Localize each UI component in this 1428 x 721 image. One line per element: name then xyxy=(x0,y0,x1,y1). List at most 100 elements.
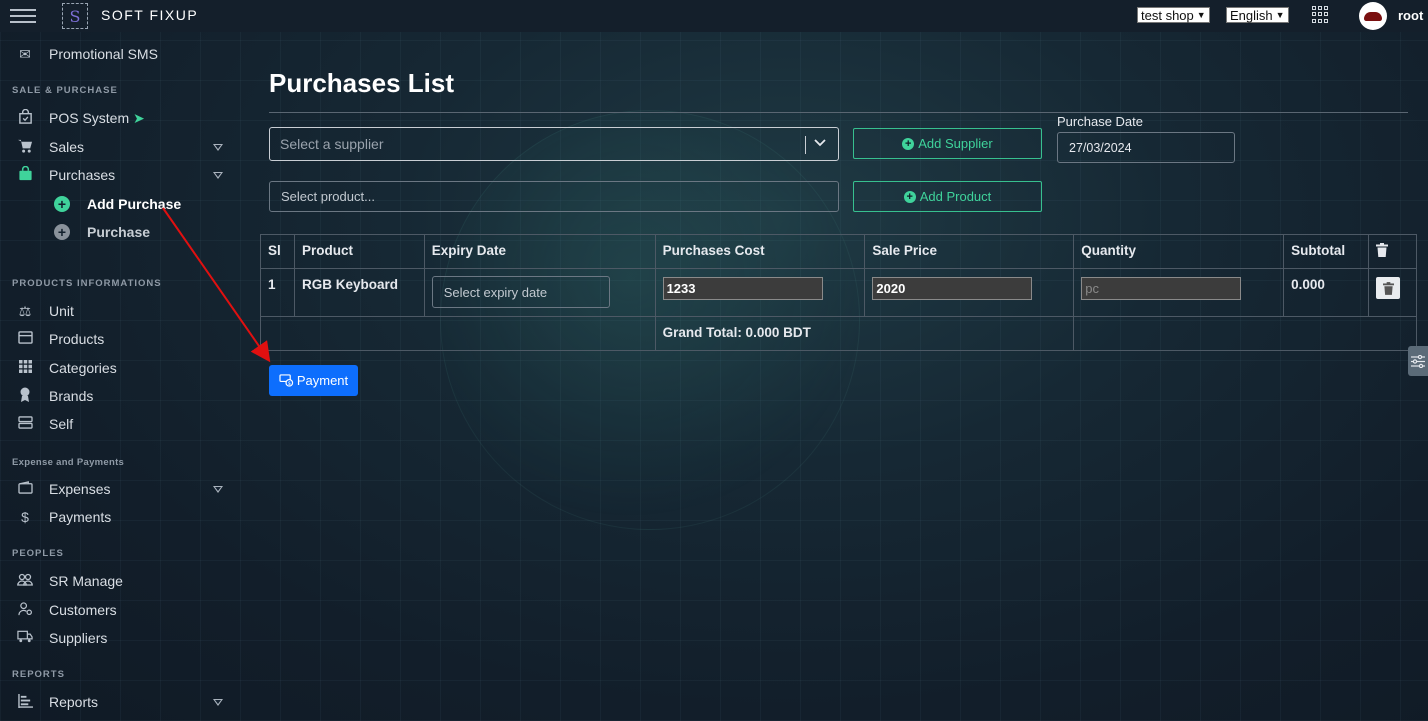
column-header-product: Product xyxy=(293,234,425,269)
cart-icon xyxy=(16,139,34,156)
logo-icon[interactable]: S xyxy=(62,3,88,29)
pos-label: POS System xyxy=(49,109,130,126)
sidebar-item-products[interactable]: Products xyxy=(0,326,240,352)
grand-total-spacer xyxy=(260,316,656,351)
sidebar-item-promotional-sms[interactable]: ✉ Promotional SMS xyxy=(0,41,240,67)
sidebar-item-label: Payments xyxy=(49,509,112,525)
sidebar-subitem-purchase[interactable]: + Purchase xyxy=(54,221,150,243)
sidebar: ✉ Promotional SMS SALE & PURCHASE POS Sy… xyxy=(0,40,240,721)
add-product-button[interactable]: + Add Product xyxy=(853,181,1042,212)
sidebar-item-self[interactable]: Self xyxy=(0,411,240,437)
sidebar-item-label: SR Manage xyxy=(49,573,123,589)
supplier-select-placeholder: Select a supplier xyxy=(280,136,384,152)
sliders-icon xyxy=(1411,354,1425,368)
sidebar-item-label: Self xyxy=(49,416,74,432)
sidebar-item-sales[interactable]: Sales xyxy=(0,134,240,160)
column-header-delete xyxy=(1368,234,1417,269)
sidebar-item-label: Purchases xyxy=(49,167,116,183)
sidebar-item-label: Categories xyxy=(49,360,117,376)
cell-sl: 1 xyxy=(260,268,295,317)
plus-circle-icon: + xyxy=(54,196,70,212)
supplier-select[interactable]: Select a supplier xyxy=(269,127,839,161)
caret-down-icon xyxy=(213,143,223,151)
sale-price-input[interactable]: 2020 xyxy=(872,277,1033,300)
cell-cost: 1233 xyxy=(654,268,866,317)
cell-sale-price: 2020 xyxy=(864,268,1075,317)
add-supplier-button[interactable]: + Add Supplier xyxy=(853,128,1042,159)
section-peoples: PEOPLES xyxy=(12,548,64,559)
shopping-bag-icon xyxy=(16,165,34,184)
dollar-icon: $ xyxy=(21,509,29,525)
sidebar-item-label: POS System ➤ xyxy=(49,110,145,127)
apps-grid-icon[interactable] xyxy=(1312,6,1329,23)
sidebar-item-label: Unit xyxy=(49,303,74,319)
cell-product: RGB Keyboard xyxy=(293,268,425,317)
menu-toggle-icon[interactable] xyxy=(10,9,36,23)
language-select-value: English xyxy=(1230,7,1273,23)
people-icon xyxy=(16,573,34,589)
sidebar-item-label: Products xyxy=(49,331,105,347)
sidebar-subitem-add-purchase[interactable]: + Add Purchase xyxy=(54,193,181,215)
column-header-sl: Sl xyxy=(260,234,295,269)
username[interactable]: root xyxy=(1398,8,1423,23)
plus-circle-icon: + xyxy=(54,224,70,240)
language-select[interactable]: English ▼ xyxy=(1226,7,1289,23)
page-title: Purchases List xyxy=(269,68,454,98)
plus-circle-icon: + xyxy=(903,190,916,203)
caret-down-icon xyxy=(213,171,223,179)
table-header-row: Sl Product Expiry Date Purchases Cost Sa… xyxy=(260,234,1417,269)
cell-quantity: pc xyxy=(1073,268,1285,317)
grand-total-spacer-right xyxy=(1073,316,1417,351)
caret-down-icon xyxy=(213,485,223,493)
sidebar-item-expenses[interactable]: Expenses xyxy=(0,476,240,502)
sidebar-item-label: Brands xyxy=(49,388,94,404)
sidebar-item-reports[interactable]: Reports xyxy=(0,689,240,715)
settings-toggle-tab[interactable] xyxy=(1408,346,1428,376)
shop-select[interactable]: test shop ▼ xyxy=(1137,7,1210,23)
sidebar-item-sr-manage[interactable]: SR Manage xyxy=(0,568,240,594)
sidebar-item-brands[interactable]: Brands xyxy=(0,383,240,409)
section-reports: REPORTS xyxy=(12,669,65,680)
sidebar-subitem-label: Purchase xyxy=(87,224,151,240)
shop-select-value: test shop xyxy=(1141,7,1194,23)
chevron-down-icon xyxy=(814,134,826,150)
sidebar-item-label: Sales xyxy=(49,139,85,155)
chevron-down-icon: ▼ xyxy=(1196,9,1206,20)
sidebar-item-suppliers[interactable]: Suppliers xyxy=(0,625,240,651)
bar-list-icon xyxy=(16,693,34,711)
purchase-date-label: Purchase Date xyxy=(1057,114,1143,129)
quantity-input[interactable]: pc xyxy=(1081,277,1242,300)
envelope-icon: ✉ xyxy=(19,45,31,62)
column-header-subtotal: Subtotal xyxy=(1283,234,1370,269)
column-header-expiry-date: Expiry Date xyxy=(423,234,656,269)
send-icon: ➤ xyxy=(133,109,145,126)
shelf-icon xyxy=(16,416,34,432)
cash-coin-icon: $ xyxy=(279,374,293,387)
avatar[interactable] xyxy=(1359,2,1387,30)
sidebar-item-unit[interactable]: ⚖ Unit xyxy=(0,298,240,324)
sidebar-item-categories[interactable]: Categories xyxy=(0,355,240,381)
expiry-date-input[interactable]: Select expiry date xyxy=(431,276,610,308)
sidebar-item-pos[interactable]: POS System ➤ xyxy=(0,105,240,131)
cell-delete xyxy=(1368,268,1417,317)
delete-row-button[interactable] xyxy=(1376,277,1401,299)
divider xyxy=(269,112,1408,113)
purchase-cost-input[interactable]: 1233 xyxy=(662,277,823,300)
sidebar-item-payments[interactable]: $ Payments xyxy=(0,504,240,530)
table-row: 1 RGB Keyboard Select expiry date 1233 2… xyxy=(260,268,1417,317)
trash-icon xyxy=(1376,243,1389,257)
scale-icon: ⚖ xyxy=(18,302,32,319)
plus-circle-icon: + xyxy=(902,137,915,150)
award-icon xyxy=(16,387,34,405)
sidebar-item-purchases[interactable]: Purchases xyxy=(0,162,240,188)
sidebar-item-label: Customers xyxy=(49,602,117,618)
cell-subtotal: 0.000 xyxy=(1283,268,1370,317)
column-header-sale-price: Sale Price xyxy=(864,234,1075,269)
section-products-informations: PRODUCTS INFORMATIONS xyxy=(12,278,162,289)
sidebar-item-customers[interactable]: Customers xyxy=(0,597,240,623)
product-search-input[interactable]: Select product... xyxy=(269,181,839,212)
top-bar: S SOFT FIXUP test shop ▼ English ▼ root xyxy=(0,0,1428,32)
column-header-purchases-cost: Purchases Cost xyxy=(654,234,866,269)
payment-button[interactable]: $ Payment xyxy=(269,365,358,396)
purchase-date-input[interactable]: 27/03/2024 xyxy=(1057,132,1235,163)
